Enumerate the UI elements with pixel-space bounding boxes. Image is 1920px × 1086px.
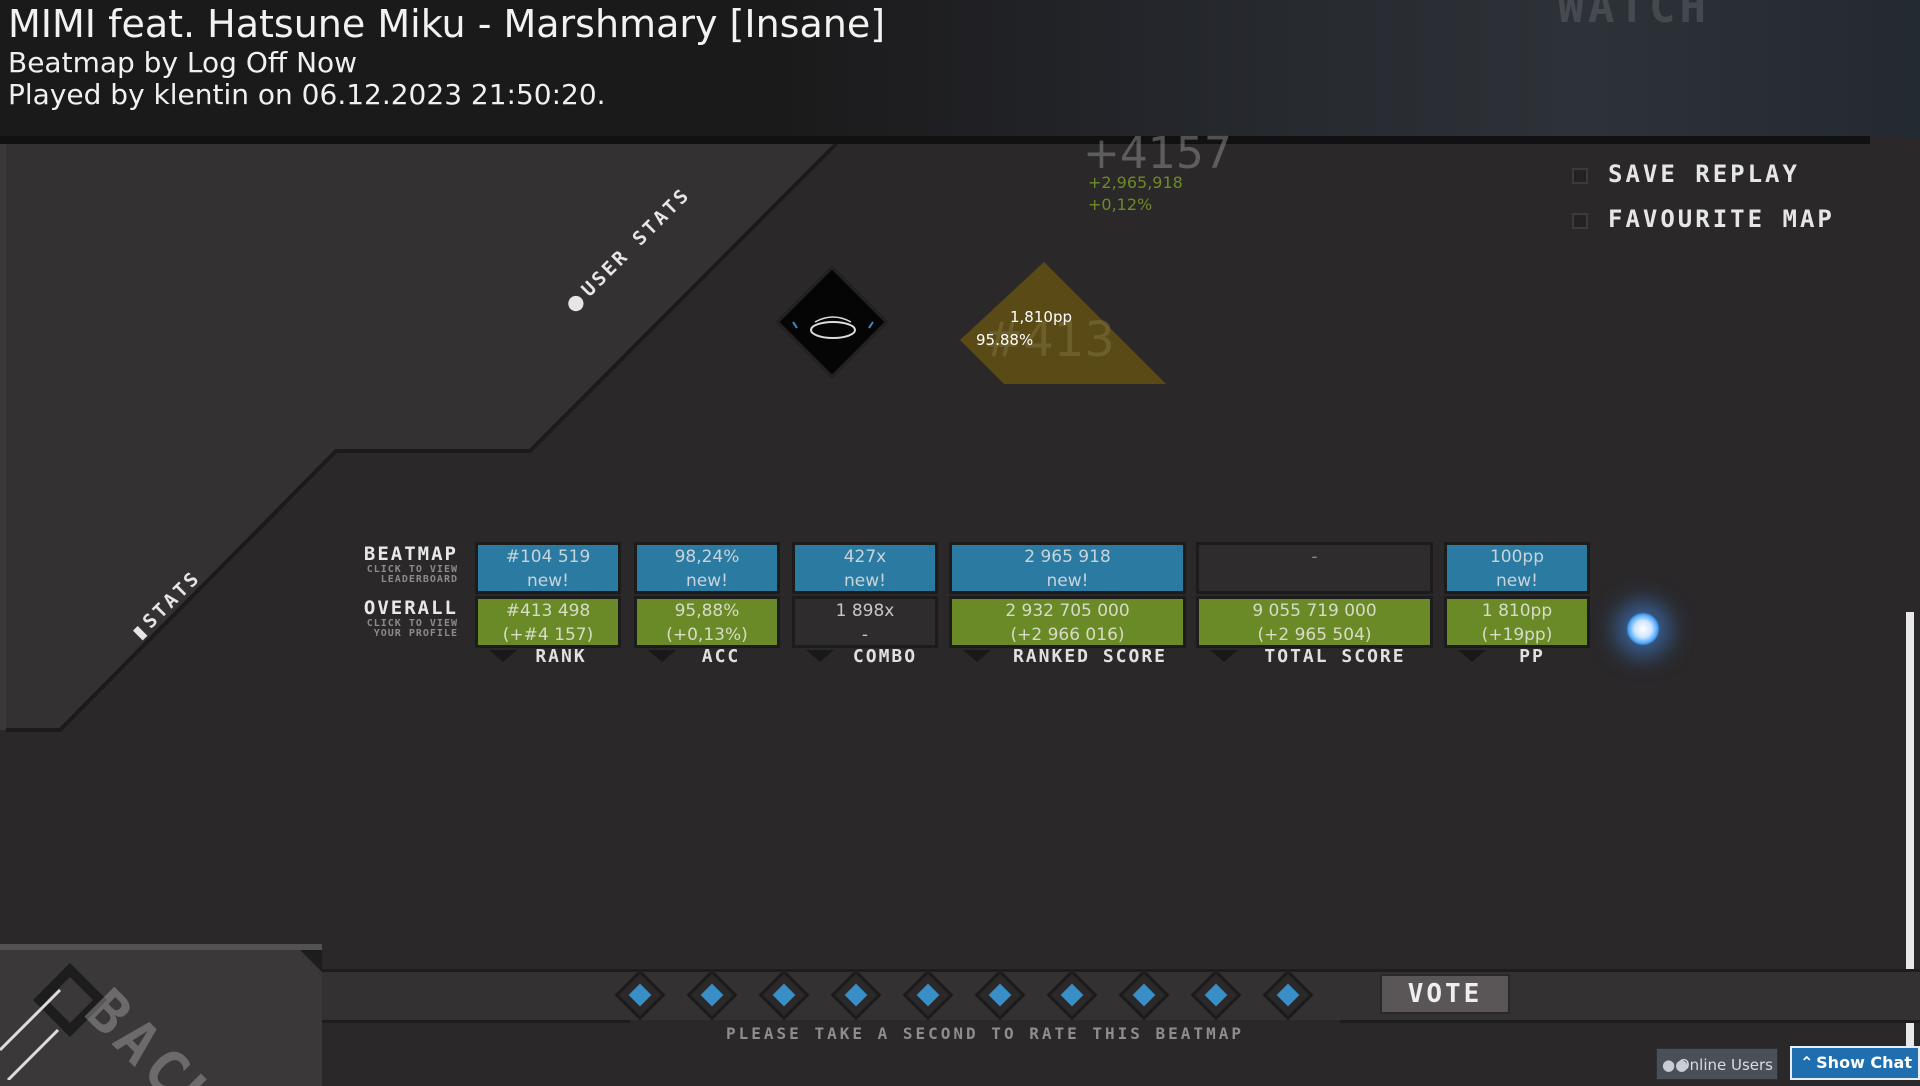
pp-badge-accuracy: 95.88% (976, 331, 1034, 349)
rank-delta: +4157 (1083, 128, 1232, 179)
show-chat-button[interactable]: ⌃ Show Chat (1790, 1046, 1920, 1080)
overall-acc-value: 95,88% (674, 601, 740, 621)
star-icon (700, 983, 724, 1007)
total-score-notch (1210, 650, 1238, 662)
overall-combo-cell[interactable]: 1 898x - (792, 596, 938, 648)
played-by-info: Played by klentin on 06.12.2023 21:50:20… (8, 78, 606, 111)
header-background-art (780, 0, 1920, 138)
overall-combo-change: - (861, 625, 869, 645)
chevron-up-icon: ⌃ (1800, 1053, 1814, 1072)
row-overall-label: OVERALL (363, 597, 458, 619)
beatmap-rank-value: #104 519 (505, 547, 591, 567)
overall-pp-cell[interactable]: 1 810pp (+19pp) (1444, 596, 1590, 648)
online-users-button[interactable]: ●● Online Users (1656, 1048, 1778, 1080)
save-replay-label[interactable]: SAVE REPLAY (1608, 160, 1800, 188)
overall-rank-change: (+#4 157) (502, 625, 594, 645)
score-delta: +2,965,918 (1088, 173, 1183, 192)
beatmap-acc-status: new! (686, 571, 728, 591)
column-label-acc: ACC (701, 646, 741, 667)
overall-ranked-score-change: (+2 966 016) (1010, 625, 1125, 645)
overall-acc-change: (+0,13%) (666, 625, 748, 645)
column-label-combo: COMBO (852, 646, 918, 667)
favourite-map-checkbox[interactable] (1572, 213, 1588, 229)
beatmap-combo-value: 427x (843, 547, 887, 567)
row-overall-sub2: YOUR PROFILE (373, 628, 458, 639)
overall-total-score-cell[interactable]: 9 055 719 000 (+2 965 504) (1196, 596, 1433, 648)
beatmap-acc-cell[interactable]: 98,24% new! (634, 542, 780, 594)
beatmap-combo-cell[interactable]: 427x new! (792, 542, 938, 594)
row-beatmap[interactable]: BEATMAP CLICK TO VIEW LEADERBOARD (340, 543, 458, 585)
overall-combo-value: 1 898x (835, 601, 895, 621)
row-beatmap-sub2: LEADERBOARD (380, 574, 458, 585)
avatar-drawing (792, 316, 874, 339)
column-label-ranked-score: RANKED SCORE (1012, 646, 1168, 667)
beatmap-ranked-score-status: new! (1046, 571, 1089, 591)
beatmap-creator: Beatmap by Log Off Now (8, 46, 358, 79)
beatmap-acc-value: 98,24% (674, 547, 740, 567)
beatmap-ranked-score-cell[interactable]: 2 965 918 new! (949, 542, 1186, 594)
pp-notch (1458, 650, 1486, 662)
row-beatmap-label: BEATMAP (363, 543, 458, 565)
rate-prompt: PLEASE TAKE A SECOND TO RATE THIS BEATMA… (630, 1020, 1340, 1050)
beatmap-total-score-value: - (1311, 547, 1318, 567)
star-icon (1276, 983, 1300, 1007)
cursor-glow (1626, 612, 1660, 646)
beatmap-pp-cell[interactable]: 100pp new! (1444, 542, 1590, 594)
pp-badge-pp: 1,810pp (1010, 308, 1072, 326)
overall-rank-value: #413 498 (505, 601, 591, 621)
star-icon (916, 983, 940, 1007)
overall-acc-cell[interactable]: 95,88% (+0,13%) (634, 596, 780, 648)
vote-button[interactable]: VOTE (1380, 974, 1510, 1014)
panel-left-edge (0, 144, 6, 730)
back-button[interactable]: BACK (0, 944, 322, 1086)
row-overall[interactable]: OVERALL CLICK TO VIEW YOUR PROFILE (340, 597, 458, 639)
beatmap-pp-status: new! (1496, 571, 1538, 591)
overall-pp-value: 1 810pp (1481, 601, 1553, 621)
star-icon (1060, 983, 1084, 1007)
column-label-rank: RANK (535, 646, 587, 667)
overall-pp-change: (+19pp) (1481, 625, 1553, 645)
column-label-total-score: TOTAL SCORE (1264, 646, 1406, 667)
star-icon (772, 983, 796, 1007)
overall-total-score-change: (+2 965 504) (1257, 625, 1372, 645)
overall-ranked-score-value: 2 932 705 000 (1005, 601, 1130, 621)
beatmap-rank-cell[interactable]: #104 519 new! (475, 542, 621, 594)
beatmap-ranked-score-value: 2 965 918 (1024, 547, 1111, 567)
beatmap-pp-value: 100pp (1489, 547, 1545, 567)
accuracy-delta: +0,12% (1088, 195, 1153, 214)
users-icon: ●● (1662, 1056, 1689, 1074)
song-title: MIMI feat. Hatsune Miku - Marshmary [Ins… (8, 2, 886, 46)
star-icon (1132, 983, 1156, 1007)
save-replay-checkbox[interactable] (1572, 168, 1588, 184)
star-icon (844, 983, 868, 1007)
favourite-map-label[interactable]: FAVOURITE MAP (1608, 205, 1835, 233)
beatmap-total-score-cell[interactable]: - (1196, 542, 1433, 594)
star-icon (1204, 983, 1228, 1007)
watch-replay-button[interactable]: WATCH (1558, 0, 1710, 33)
column-label-pp: PP (1519, 646, 1545, 667)
show-chat-label: Show Chat (1816, 1053, 1912, 1072)
overall-total-score-value: 9 055 719 000 (1252, 601, 1377, 621)
online-users-label: Online Users (1677, 1056, 1773, 1074)
beatmap-combo-status: new! (844, 571, 886, 591)
star-icon (988, 983, 1012, 1007)
header-divider (0, 136, 1870, 144)
star-icon (628, 983, 652, 1007)
overall-ranked-score-cell[interactable]: 2 932 705 000 (+2 966 016) (949, 596, 1186, 648)
beatmap-rank-status: new! (527, 571, 569, 591)
overall-rank-cell[interactable]: #413 498 (+#4 157) (475, 596, 621, 648)
